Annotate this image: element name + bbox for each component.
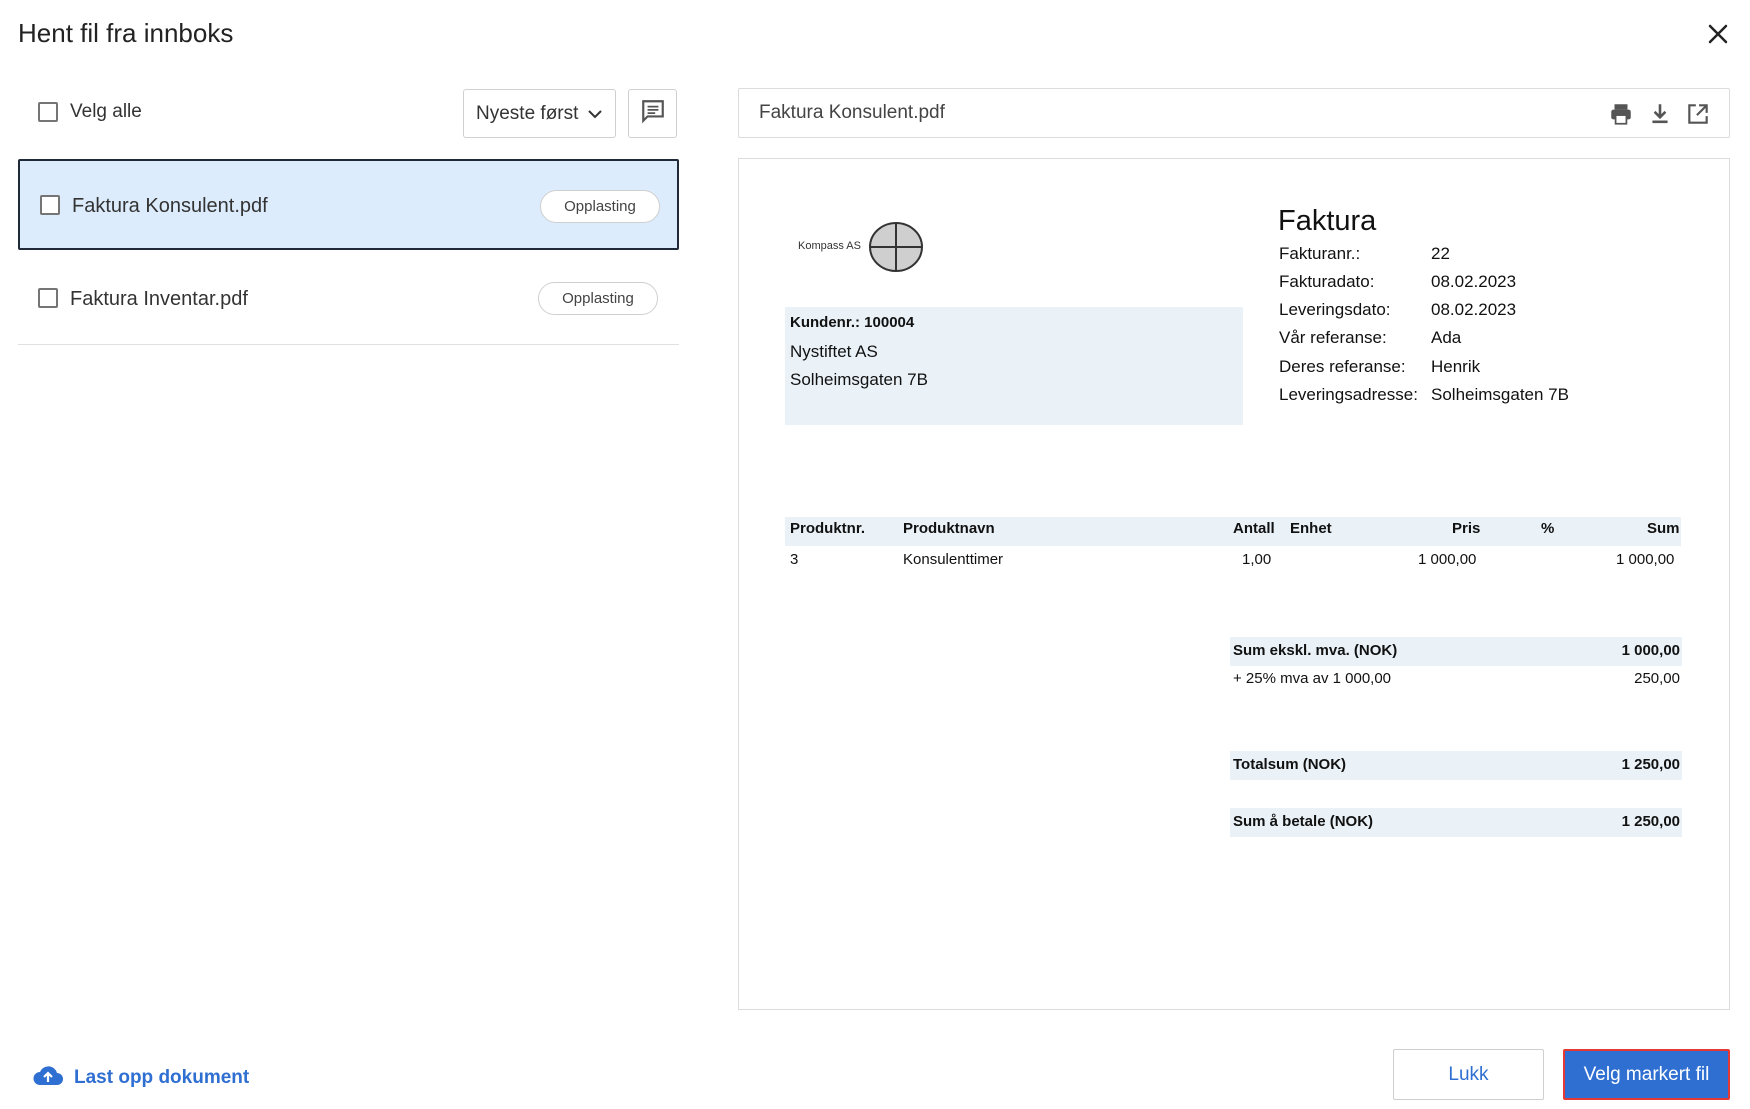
- total-value: 1 250,00: [1621, 756, 1680, 773]
- sort-select-value: Nyeste først: [476, 102, 579, 124]
- comment-button[interactable]: [628, 89, 677, 138]
- vat-value: 250,00: [1634, 670, 1680, 687]
- company-logo-text: Kompass AS: [798, 240, 861, 252]
- close-button[interactable]: Lukk: [1393, 1049, 1544, 1100]
- invoice-field-value: 22: [1431, 244, 1450, 263]
- file-item[interactable]: Faktura Inventar.pdf Opplasting: [18, 252, 679, 345]
- file-tag: Opplasting: [538, 282, 658, 315]
- pay-value: 1 250,00: [1621, 813, 1680, 830]
- chevron-down-icon: [585, 104, 605, 130]
- invoice-field-label: Fakturanr.:: [1279, 244, 1361, 263]
- dialog-title: Hent fil fra innboks: [18, 18, 234, 48]
- file-checkbox[interactable]: [38, 288, 58, 308]
- table-header: Pris: [1452, 520, 1481, 537]
- company-logo-icon: [868, 221, 924, 274]
- table-cell: 1 000,00: [1418, 551, 1477, 568]
- table-header: Produktnr.: [790, 520, 866, 537]
- open-external-icon[interactable]: [1685, 101, 1711, 127]
- invoice-field-value: 08.02.2023: [1431, 272, 1517, 291]
- file-checkbox[interactable]: [40, 195, 60, 215]
- print-icon[interactable]: [1608, 101, 1634, 127]
- comment-icon: [640, 98, 666, 129]
- close-icon[interactable]: [1700, 16, 1736, 52]
- table-header: Produktnavn: [903, 520, 995, 537]
- table-cell: 3: [790, 551, 799, 568]
- download-icon[interactable]: [1647, 101, 1673, 127]
- table-header: %: [1541, 520, 1555, 537]
- file-name: Faktura Inventar.pdf: [70, 288, 248, 310]
- table-cell: Konsulenttimer: [903, 551, 1004, 568]
- vat-label: + 25% mva av 1 000,00: [1233, 670, 1392, 687]
- preview-toolbar: Faktura Konsulent.pdf: [738, 88, 1730, 138]
- invoice-field-value: Ada: [1431, 328, 1462, 347]
- upload-document-label: Last opp dokument: [74, 1066, 250, 1088]
- invoice-field-label: Deres referanse:: [1279, 357, 1406, 376]
- invoice-field-label: Vår referanse:: [1279, 328, 1387, 347]
- invoice-field-label: Fakturadato:: [1279, 272, 1375, 291]
- invoice-field-value: 08.02.2023: [1431, 300, 1517, 319]
- table-header: Sum: [1647, 520, 1680, 537]
- customer-address: Solheimsgaten 7B: [790, 370, 928, 389]
- sum-excl-label: Sum ekskl. mva. (NOK): [1233, 642, 1398, 659]
- sum-excl-value: 1 000,00: [1621, 642, 1680, 659]
- table-header: Enhet: [1290, 520, 1332, 537]
- select-marked-file-button[interactable]: Velg markert fil: [1563, 1049, 1730, 1100]
- pay-label: Sum å betale (NOK): [1233, 813, 1374, 830]
- invoice-field-label: Leveringsdato:: [1279, 300, 1391, 319]
- file-item[interactable]: Faktura Konsulent.pdf Opplasting: [18, 159, 679, 250]
- preview-filename: Faktura Konsulent.pdf: [759, 102, 945, 123]
- invoice-title: Faktura: [1278, 205, 1377, 237]
- invoice-field-label: Leveringsadresse:: [1279, 385, 1418, 404]
- file-name: Faktura Konsulent.pdf: [72, 195, 268, 217]
- table-cell: 1 000,00: [1616, 551, 1675, 568]
- document-preview: [738, 158, 1730, 1010]
- file-tag: Opplasting: [540, 190, 660, 223]
- select-all-label: Velg alle: [70, 101, 142, 122]
- select-all-checkbox[interactable]: [38, 102, 58, 122]
- total-label: Totalsum (NOK): [1233, 756, 1347, 773]
- customer-name: Nystiftet AS: [790, 342, 878, 361]
- table-header: Antall: [1233, 520, 1275, 537]
- invoice-field-value: Solheimsgaten 7B: [1431, 385, 1569, 404]
- sort-select[interactable]: Nyeste først: [463, 89, 616, 138]
- invoice-field-value: Henrik: [1431, 357, 1481, 376]
- cloud-upload-icon: [32, 1063, 64, 1092]
- customer-number: Kundenr.: 100004: [790, 314, 915, 331]
- upload-document-link[interactable]: Last opp dokument: [32, 1063, 249, 1092]
- table-cell: 1,00: [1242, 551, 1272, 568]
